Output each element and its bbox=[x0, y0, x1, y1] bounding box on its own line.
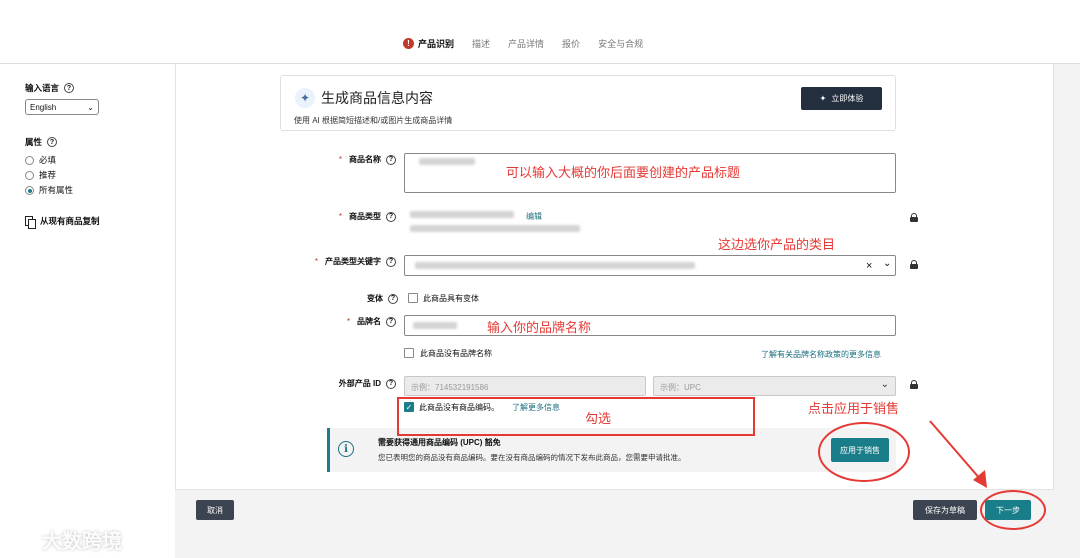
watermark-logo: 大数跨境 bbox=[10, 525, 122, 554]
copy-icon bbox=[25, 215, 36, 229]
attributes-label: 属性 ? bbox=[25, 136, 58, 148]
lock-icon bbox=[910, 380, 918, 389]
variation-checkbox-label: 此商品具有变体 bbox=[423, 294, 479, 303]
lock-icon bbox=[910, 213, 918, 222]
help-icon[interactable]: ? bbox=[386, 211, 396, 222]
chevron-down-icon: ⌄ bbox=[87, 102, 94, 112]
external-id-input[interactable]: 示例：714532191586 bbox=[404, 376, 646, 396]
no-brand-checkbox[interactable] bbox=[404, 348, 414, 358]
tab-product-identity[interactable]: ! 产品识别 bbox=[400, 37, 464, 67]
info-icon: i bbox=[338, 441, 354, 457]
annotation-category-hint: 这边选你产品的类目 bbox=[718, 237, 836, 252]
id-type-select[interactable]: 示例：UPC ⌄ bbox=[653, 376, 896, 396]
top-bar: ! 产品识别 描述 产品详情 报价 安全与合规 bbox=[0, 0, 1080, 67]
radio-required[interactable]: 必填 bbox=[25, 154, 56, 166]
brand-policy-link[interactable]: 了解有关品牌名称政策的更多信息 bbox=[761, 349, 881, 360]
help-icon[interactable]: ? bbox=[388, 293, 398, 304]
notice-body: 您已表明您的商品没有商品编码。要在没有商品编码的情况下发布此商品，您需要申请批准… bbox=[378, 453, 686, 462]
brand-name-input[interactable] bbox=[404, 315, 896, 336]
language-label: 输入语言 ? bbox=[25, 82, 75, 94]
tab-bar: ! 产品识别 描述 产品详情 报价 安全与合规 bbox=[400, 37, 652, 67]
watermark-icon bbox=[10, 528, 36, 551]
help-icon[interactable]: ? bbox=[47, 137, 58, 147]
blurred-product-type-path bbox=[410, 225, 580, 232]
chevron-down-icon: ⌄ bbox=[880, 379, 889, 390]
language-select[interactable]: English ⌄ bbox=[25, 99, 99, 115]
help-icon[interactable]: ? bbox=[386, 316, 396, 327]
annotation-brand-hint: 输入你的品牌名称 bbox=[487, 320, 592, 335]
copy-from-existing-button[interactable]: 从现有商品复制 bbox=[25, 215, 100, 229]
edit-link[interactable]: 编辑 bbox=[526, 211, 542, 222]
annotation-title-hint: 可以输入大概的你后面要创建的产品标题 bbox=[506, 165, 741, 180]
radio-button[interactable] bbox=[25, 185, 34, 195]
product-type-label: * 商品类型 ? bbox=[300, 211, 396, 222]
help-icon[interactable]: ? bbox=[64, 83, 75, 93]
save-draft-button[interactable]: 保存为草稿 bbox=[913, 500, 977, 520]
alert-icon: ! bbox=[403, 38, 414, 49]
cancel-button[interactable]: 取消 bbox=[196, 500, 234, 520]
help-icon[interactable]: ? bbox=[386, 154, 396, 165]
try-now-button[interactable]: ✦ 立即体验 bbox=[801, 87, 882, 110]
help-icon[interactable]: ? bbox=[386, 378, 396, 389]
external-id-label: 外部产品 ID ? bbox=[300, 378, 396, 389]
variation-label: 变体 ? bbox=[300, 293, 398, 304]
radio-all-attributes[interactable]: 所有属性 bbox=[25, 184, 73, 196]
blurred-product-type bbox=[410, 211, 514, 218]
keyword-select[interactable]: × ⌄ bbox=[404, 255, 896, 276]
tab-product-details[interactable]: 产品详情 bbox=[499, 37, 553, 67]
no-brand-label: 此商品没有品牌名称 bbox=[420, 349, 492, 358]
notice-title: 需要获得通用商品编码 (UPC) 豁免 bbox=[378, 438, 501, 447]
blurred-value bbox=[419, 158, 475, 165]
lock-icon bbox=[910, 260, 918, 269]
product-name-label: * 商品名称 ? bbox=[300, 154, 396, 165]
ai-card-subtitle: 使用 AI 根据简短描述和/或图片生成商品详情 bbox=[294, 116, 453, 125]
brand-name-label: * 品牌名 ? bbox=[300, 316, 396, 327]
radio-button[interactable] bbox=[25, 155, 34, 165]
tab-offer[interactable]: 报价 bbox=[553, 37, 589, 67]
radio-button[interactable] bbox=[25, 170, 34, 180]
sparkle-icon: ✦ bbox=[295, 88, 315, 108]
annotation-box bbox=[397, 397, 755, 436]
tab-label: 产品识别 bbox=[418, 39, 455, 49]
chevron-down-icon: ⌄ bbox=[883, 258, 892, 269]
blurred-keyword bbox=[415, 262, 695, 269]
annotation-check-hint: 勾选 bbox=[585, 411, 612, 426]
ai-card-title: 生成商品信息内容 bbox=[321, 90, 433, 106]
annotation-ellipse-apply bbox=[818, 422, 910, 482]
keyword-label: * 产品类型关键字 ? bbox=[290, 256, 396, 267]
tab-safety-compliance[interactable]: 安全与合规 bbox=[589, 37, 652, 67]
blurred-brand bbox=[413, 322, 457, 329]
annotation-apply-hint: 点击应用于销售 bbox=[808, 401, 900, 416]
annotation-arrow bbox=[929, 420, 987, 488]
ai-generate-card: ✦ 生成商品信息内容 使用 AI 根据简短描述和/或图片生成商品详情 ✦ 立即体… bbox=[280, 75, 896, 131]
sidebar: 输入语言 ? English ⌄ 属性 ? 必填 推荐 所有属性 从现有商品复制 bbox=[0, 64, 175, 558]
help-icon[interactable]: ? bbox=[386, 256, 396, 267]
clear-icon[interactable]: × bbox=[866, 260, 872, 272]
annotation-ellipse-next bbox=[980, 490, 1046, 530]
variation-checkbox[interactable] bbox=[408, 293, 418, 303]
tab-description[interactable]: 描述 bbox=[463, 37, 499, 67]
sparkle-icon: ✦ bbox=[819, 94, 827, 103]
radio-recommended[interactable]: 推荐 bbox=[25, 169, 56, 181]
